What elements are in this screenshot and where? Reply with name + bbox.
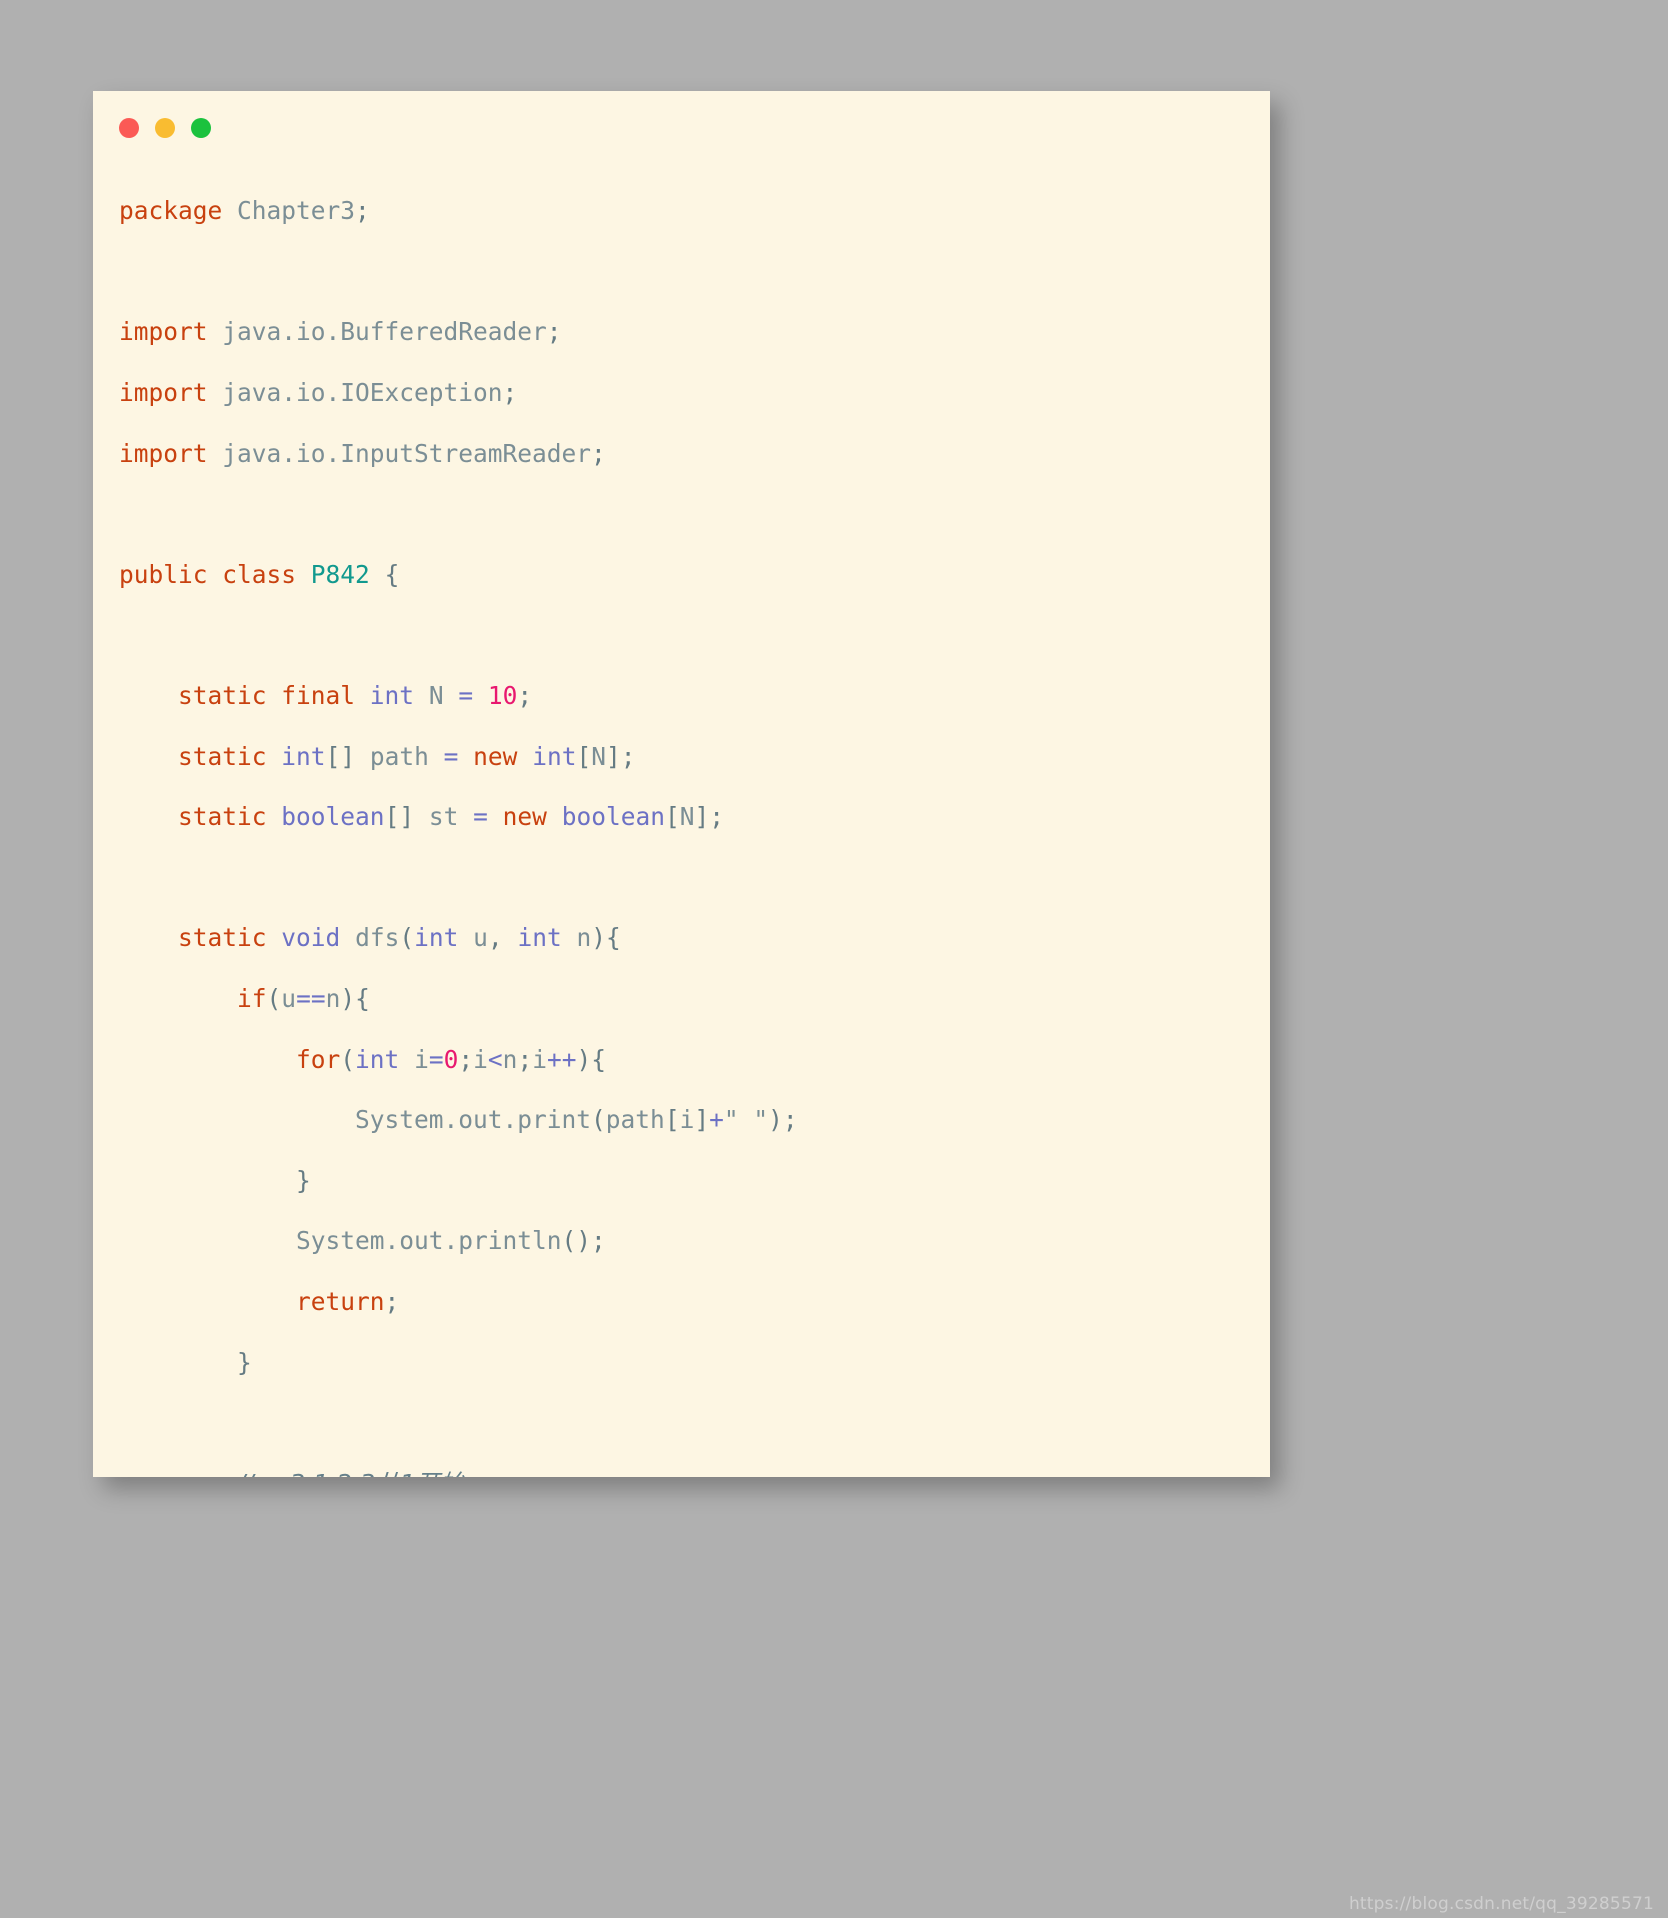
watermark-text: https://blog.csdn.net/qq_39285571 (1348, 1894, 1654, 1914)
code-line: package Chapter3; (119, 196, 370, 226)
code-line: } (296, 1165, 311, 1195)
code-line: public class P842 { (119, 559, 400, 589)
code-line: import java.io.BufferedReader; (119, 317, 562, 347)
code-line: static boolean[] st = new boolean[N]; (178, 802, 724, 832)
code-line: System.out.print(path[i]+" "); (355, 1105, 798, 1135)
code-line: } (237, 1347, 252, 1377)
window-controls (119, 118, 211, 138)
code-line: if(u==n){ (237, 984, 370, 1014)
code-line: //n=3 1 2 3从1开始 (119, 1469, 1260, 1477)
code-line: import java.io.IOException; (119, 378, 518, 408)
minimize-button[interactable] (155, 118, 175, 138)
code-line: for(int i=0;i<n;i++){ (296, 1044, 606, 1074)
code-line: import java.io.InputStreamReader; (119, 438, 606, 468)
close-button[interactable] (119, 118, 139, 138)
code-line: System.out.println(); (296, 1226, 606, 1256)
code-line: static int[] path = new int[N]; (178, 741, 636, 771)
code-line: static final int N = 10; (178, 681, 533, 711)
code-screenshot-window: package Chapter3; import java.io.Buffere… (93, 91, 1270, 1477)
code-line: return; (296, 1286, 400, 1316)
maximize-button[interactable] (191, 118, 211, 138)
code-block: package Chapter3; import java.io.Buffere… (119, 166, 1260, 1477)
code-line: static void dfs(int u, int n){ (178, 923, 621, 953)
